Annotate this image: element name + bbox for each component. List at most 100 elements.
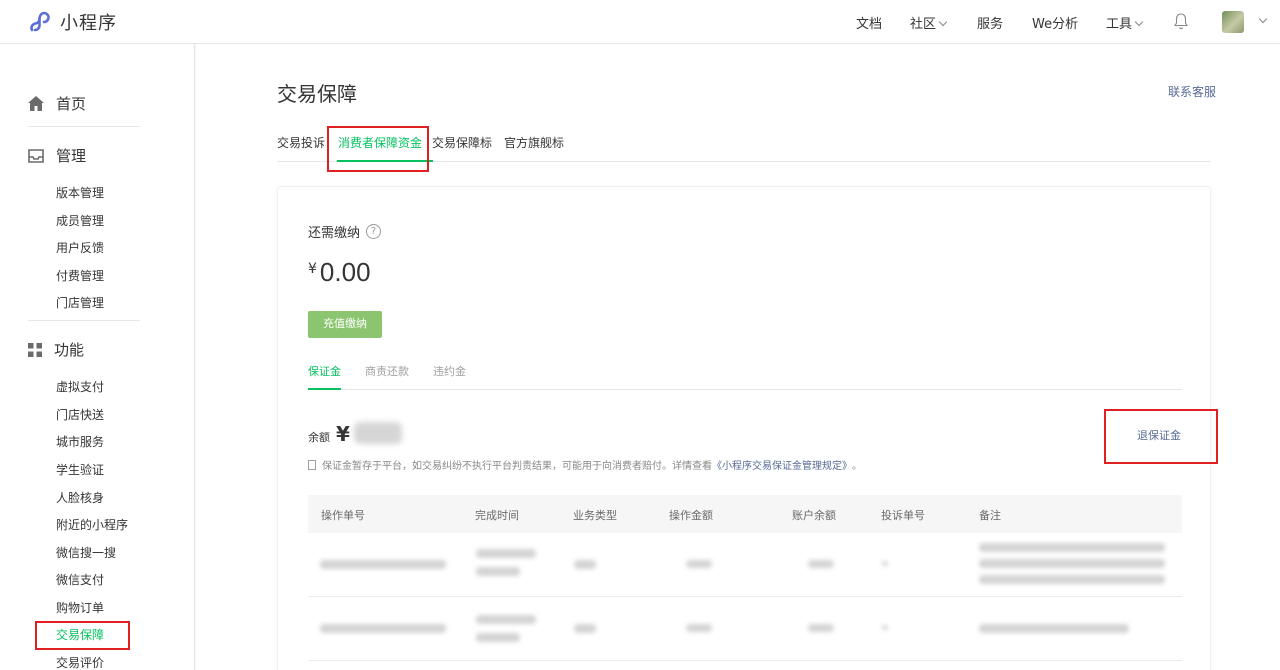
sidebar-item-wechat-search[interactable]: 微信搜一搜 <box>56 544 116 561</box>
sidebar-section-label: 管理 <box>56 147 87 165</box>
tab-flagship-mark[interactable]: 官方旗舰标 <box>504 134 564 151</box>
recharge-button[interactable]: 充值缴纳 <box>308 311 382 338</box>
nav-tools[interactable]: 工具 <box>1106 13 1144 32</box>
transactions-table: 操作单号 完成时间 业务类型 操作金额 账户余额 投诉单号 备注 <box>308 495 1182 661</box>
redacted-cell <box>979 559 1165 568</box>
app-name: 小程序 <box>60 13 117 34</box>
redacted-cell <box>808 560 834 568</box>
sidebar-section-label: 功能 <box>54 341 85 359</box>
redacted-cell <box>320 560 446 569</box>
notice-text: 保证金暂存于平台，如交易纠纷不执行平台判责结果，可能用于向消费者赔付。详情查看 <box>322 461 712 472</box>
sidebar-item-orders[interactable]: 购物订单 <box>56 599 104 616</box>
balance-value-redacted <box>353 422 402 444</box>
redacted-cell <box>476 615 536 624</box>
rules-link[interactable]: 《小程序交易保证金管理规定》 <box>712 457 852 472</box>
nav-docs[interactable]: 文档 <box>856 13 882 32</box>
column-header: 投诉单号 <box>881 509 925 522</box>
bell-icon[interactable] <box>1174 12 1188 30</box>
redacted-cell <box>882 561 888 566</box>
sidebar-item-face-verify[interactable]: 人脸核身 <box>56 489 104 506</box>
sub-tab-bar: 保证金 商责还款 违约金 <box>308 353 1182 390</box>
chevron-down-icon[interactable] <box>1258 14 1268 24</box>
table-row <box>308 533 1182 597</box>
redacted-cell <box>476 567 520 576</box>
sidebar: 首页 管理 版本管理 成员管理 用户反馈 付费管理 门店管理 功能 虚拟支付 门… <box>0 44 195 670</box>
tab-guarantee-mark[interactable]: 交易保障标 <box>432 134 492 151</box>
redacted-cell <box>882 625 888 630</box>
fund-card: 还需缴纳 ? ¥0.00 充值缴纳 保证金 商责还款 违约金 余额 ¥ 退保证金… <box>277 186 1211 670</box>
sidebar-item-trade-reviews[interactable]: 交易评价 <box>56 654 104 670</box>
need-pay-label: 还需缴纳 <box>308 226 361 241</box>
nav-analytics[interactable]: We分析 <box>1032 13 1078 32</box>
redacted-cell <box>476 633 520 642</box>
grid-icon <box>28 342 42 357</box>
redacted-cell <box>320 624 446 633</box>
redacted-cell <box>476 549 536 558</box>
sidebar-item-label: 首页 <box>56 95 87 113</box>
page-title: 交易保障 <box>277 82 357 106</box>
notice-end: 。 <box>852 461 862 472</box>
top-bar: 小程序 文档 社区 服务 We分析 工具 <box>0 0 1280 44</box>
highlight-box <box>1104 409 1218 464</box>
sidebar-item-payment[interactable]: 付费管理 <box>56 267 104 284</box>
table-header: 操作单号 完成时间 业务类型 操作金额 账户余额 投诉单号 备注 <box>308 495 1182 533</box>
highlight-box <box>327 126 429 172</box>
sidebar-item-home[interactable]: 首页 <box>28 93 86 114</box>
subtab-penalty[interactable]: 违约金 <box>433 363 466 379</box>
inbox-icon <box>28 148 44 163</box>
sidebar-item-student-verify[interactable]: 学生验证 <box>56 461 104 478</box>
sidebar-item-store-delivery[interactable]: 门店快送 <box>56 406 104 423</box>
redacted-cell <box>979 575 1165 584</box>
app-logo[interactable]: 小程序 <box>28 9 117 35</box>
sidebar-section-manage: 管理 <box>28 145 86 166</box>
document-icon <box>308 459 316 470</box>
column-header: 操作金额 <box>669 509 713 522</box>
column-header: 业务类型 <box>573 509 617 522</box>
column-header: 操作单号 <box>321 509 365 522</box>
redacted-cell <box>979 543 1165 552</box>
column-header: 备注 <box>979 509 1001 522</box>
redacted-cell <box>979 624 1129 633</box>
nav-tools-label: 工具 <box>1106 17 1133 32</box>
subtab-repayment[interactable]: 商责还款 <box>365 363 409 379</box>
sidebar-item-nearby[interactable]: 附近的小程序 <box>56 516 128 533</box>
active-subtab-underline <box>308 388 341 390</box>
redacted-cell <box>574 560 596 569</box>
sidebar-item-feedback[interactable]: 用户反馈 <box>56 239 104 256</box>
divider <box>28 320 140 321</box>
highlight-box <box>35 621 130 650</box>
balance-row: 余额 ¥ <box>308 419 402 446</box>
sidebar-item-wechat-pay[interactable]: 微信支付 <box>56 571 104 588</box>
redacted-cell <box>808 624 834 632</box>
help-icon[interactable]: ? <box>366 224 382 239</box>
chevron-down-icon <box>938 17 948 27</box>
sidebar-item-stores[interactable]: 门店管理 <box>56 294 104 311</box>
amount-value: 0.00 <box>319 257 371 287</box>
mini-program-logo-icon <box>30 11 50 32</box>
redacted-cell <box>686 560 712 568</box>
sidebar-item-virtual-pay[interactable]: 虚拟支付 <box>56 378 104 395</box>
avatar[interactable] <box>1222 11 1244 33</box>
nav-community[interactable]: 社区 <box>910 13 948 32</box>
balance-currency: ¥ <box>336 422 350 446</box>
nav-community-label: 社区 <box>910 17 937 32</box>
home-icon <box>28 96 44 111</box>
amount-due: ¥0.00 <box>308 257 371 288</box>
chevron-down-icon <box>1134 17 1144 27</box>
sidebar-item-version[interactable]: 版本管理 <box>56 184 104 201</box>
balance-label: 余额 <box>308 431 330 444</box>
tab-complaints[interactable]: 交易投诉 <box>277 134 325 151</box>
table-row <box>308 597 1182 661</box>
redacted-cell <box>574 624 596 633</box>
divider <box>28 126 140 127</box>
nav-service[interactable]: 服务 <box>977 13 1003 32</box>
currency-symbol: ¥ <box>308 261 317 277</box>
sidebar-item-city-service[interactable]: 城市服务 <box>56 433 104 450</box>
column-header: 账户余额 <box>792 509 836 522</box>
sidebar-item-members[interactable]: 成员管理 <box>56 212 104 229</box>
contact-support-link[interactable]: 联系客服 <box>1168 83 1216 100</box>
column-header: 完成时间 <box>475 509 519 522</box>
need-pay-row: 还需缴纳 ? <box>308 222 382 241</box>
subtab-deposit[interactable]: 保证金 <box>308 363 341 379</box>
sidebar-section-features: 功能 <box>28 339 84 360</box>
